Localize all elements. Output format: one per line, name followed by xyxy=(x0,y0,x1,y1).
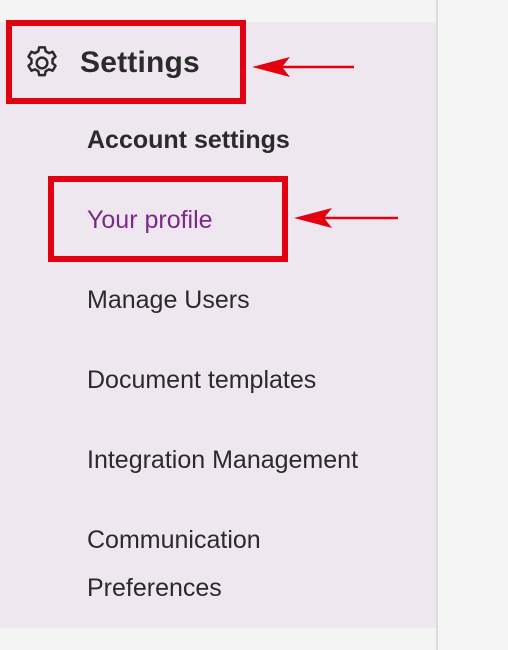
nav-item-integration-management[interactable]: Integration Management xyxy=(87,436,358,484)
nav-item-manage-users[interactable]: Manage Users xyxy=(87,276,250,324)
annotation-arrow-settings xyxy=(252,57,354,77)
nav-item-account-settings[interactable]: Account settings xyxy=(87,116,290,164)
annotation-arrow-your-profile xyxy=(294,208,398,228)
content-panel xyxy=(438,0,508,650)
page: Settings Account settings Your profile M… xyxy=(0,0,508,650)
annotation-box-settings xyxy=(6,20,246,104)
nav-item-document-templates[interactable]: Document templates xyxy=(87,356,316,404)
top-strip xyxy=(0,0,436,22)
annotation-box-your-profile xyxy=(48,176,288,262)
nav-item-communication-preferences[interactable]: Communication Preferences xyxy=(87,516,387,612)
